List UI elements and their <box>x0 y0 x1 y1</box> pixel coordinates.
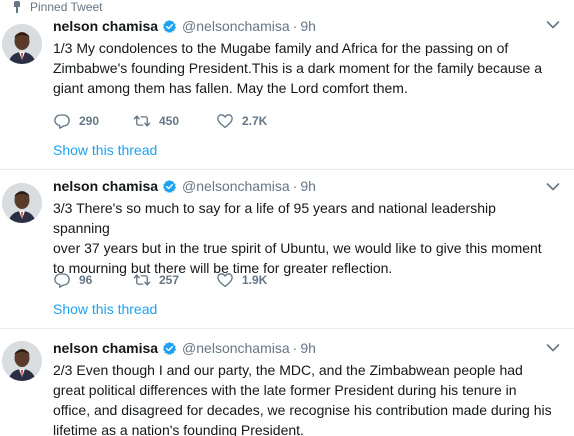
reply-icon <box>54 273 70 288</box>
retweet-button[interactable]: 257 <box>133 271 216 289</box>
show-thread-link[interactable]: Show this thread <box>53 142 157 158</box>
chevron-down-icon[interactable] <box>546 20 560 30</box>
author-name[interactable]: nelson chamisa <box>53 340 158 356</box>
like-button[interactable]: 2.7K <box>216 112 267 130</box>
author-name[interactable]: nelson chamisa <box>53 178 158 194</box>
reply-icon <box>54 114 70 129</box>
chevron-down-icon[interactable] <box>546 182 560 192</box>
chevron-down-icon[interactable] <box>546 343 560 353</box>
tweet-timestamp[interactable]: 9h <box>300 178 316 194</box>
tweet-text: 2/3 Even though I and our party, the MDC… <box>53 362 552 436</box>
like-count: 2.7K <box>242 114 268 128</box>
tweet-actions: 290 450 2.7K <box>53 112 267 130</box>
reply-count: 96 <box>79 273 93 287</box>
retweet-icon <box>133 115 151 127</box>
verified-badge-icon <box>162 341 177 355</box>
tweet-header: nelson chamisa @nelsonchamisa · 9h <box>53 340 316 356</box>
show-thread-link[interactable]: Show this thread <box>53 301 157 317</box>
tweet-header: nelson chamisa @nelsonchamisa · 9h <box>53 18 316 34</box>
like-button[interactable]: 1.9K <box>216 271 267 289</box>
tweet-actions: 96 257 1.9K <box>53 271 267 289</box>
author-name[interactable]: nelson chamisa <box>53 18 158 34</box>
separator-dot: · <box>292 18 298 34</box>
verified-badge-icon <box>162 179 177 193</box>
timeline-feed: Pinned Tweet nelson chamisa @nelsonchami… <box>0 0 574 436</box>
tweet-header: nelson chamisa @nelsonchamisa · 9h <box>53 178 316 194</box>
retweet-count: 257 <box>159 273 180 287</box>
heart-icon <box>217 273 233 288</box>
tweet-text: 1/3 My condolences to the Mugabe family … <box>53 40 543 96</box>
separator-dot: · <box>292 340 298 356</box>
avatar[interactable] <box>2 24 42 64</box>
like-count: 1.9K <box>242 273 268 287</box>
author-handle[interactable]: @nelsonchamisa <box>182 340 290 356</box>
reply-button[interactable]: 290 <box>53 112 133 130</box>
author-handle[interactable]: @nelsonchamisa <box>182 178 290 194</box>
avatar[interactable] <box>2 183 42 223</box>
reply-button[interactable]: 96 <box>53 271 133 289</box>
author-handle[interactable]: @nelsonchamisa <box>182 18 290 34</box>
tweet[interactable]: nelson chamisa @nelsonchamisa · 9h 3/3 T… <box>0 170 574 329</box>
avatar[interactable] <box>2 341 42 381</box>
verified-badge-icon <box>162 19 177 33</box>
reply-count: 290 <box>79 114 100 128</box>
retweet-count: 450 <box>159 114 180 128</box>
tweet-text: 3/3 There's so much to say for a life of… <box>53 200 542 276</box>
retweet-button[interactable]: 450 <box>133 112 216 130</box>
tweet-timestamp[interactable]: 9h <box>300 340 316 356</box>
separator-dot: · <box>292 178 298 194</box>
tweet[interactable]: nelson chamisa @nelsonchamisa · 9h 2/3 E… <box>0 329 574 436</box>
tweet-timestamp[interactable]: 9h <box>300 18 316 34</box>
heart-icon <box>217 114 233 129</box>
retweet-icon <box>133 274 151 286</box>
tweet[interactable]: nelson chamisa @nelsonchamisa · 9h 1/3 M… <box>0 0 574 170</box>
